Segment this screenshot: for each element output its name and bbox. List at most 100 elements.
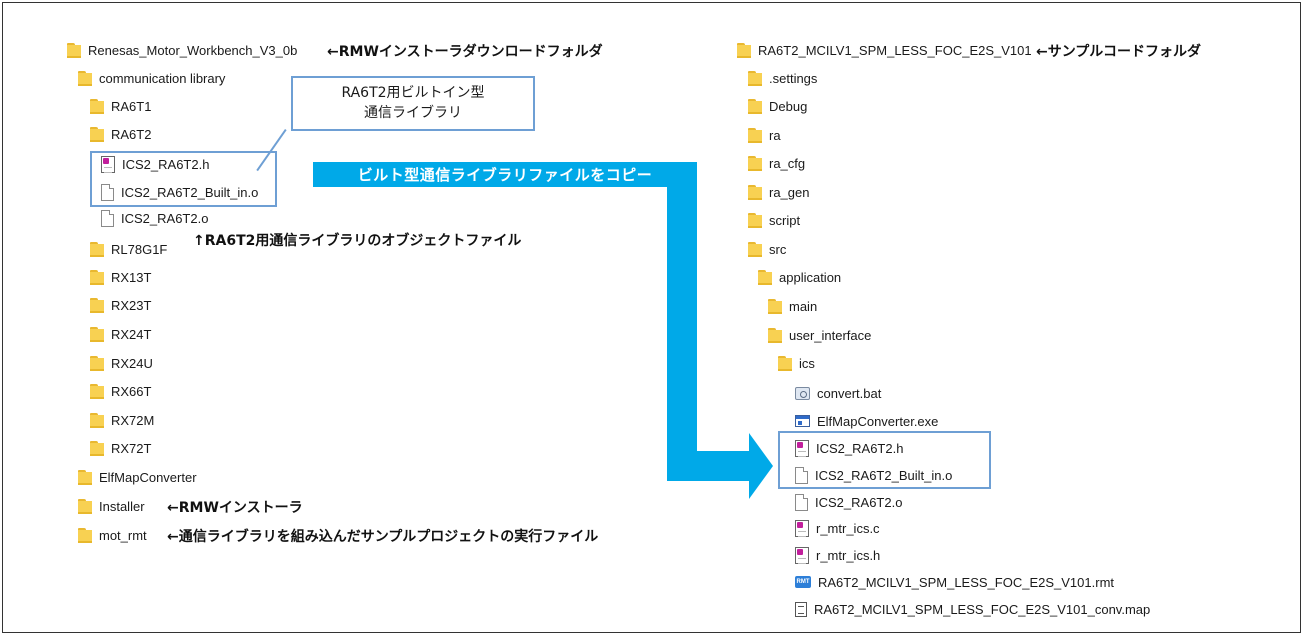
file-icon [795,466,808,484]
file-label: r_mtr_ics.c [816,520,880,536]
copy-banner: ビルト型通信ライブラリファイルをコピー [313,162,697,187]
folder-icon [90,412,104,428]
folder-icon [78,469,92,485]
folder-rx72t[interactable]: RX72T [90,436,151,460]
folder-src[interactable]: src [748,237,786,261]
folder-rx66t[interactable]: RX66T [90,379,151,403]
folder-elfmapconverter[interactable]: ElfMapConverter [78,465,197,489]
file-r-mtr-ics-h[interactable]: r_mtr_ics.h [795,543,880,567]
folder-communication-library[interactable]: communication library [78,66,225,90]
folder-label: RX72M [111,412,155,428]
folder-label: .settings [769,70,818,86]
folder-icon [67,42,81,58]
callout-line-2: 通信ライブラリ [364,105,462,121]
folder-icon [748,212,762,228]
explorer-diagram: Renesas_Motor_Workbench_V3_0b ←RMWインストーラ… [2,2,1301,633]
folder-label: ics [799,355,815,371]
annotation-sample-code: ←サンプルコードフォルダ [1036,44,1202,60]
folder-label: communication library [99,70,226,86]
annotation-rmw-download: ←RMWインストーラダウンロードフォルダ [327,44,603,60]
folder-label: RX24T [111,326,152,342]
file-ics2-ra6t2-h-left[interactable]: ICS2_RA6T2.h [101,152,209,176]
folder-icon [748,241,762,257]
folder-user-interface[interactable]: user_interface [768,323,871,347]
folder-label: RX24U [111,355,153,371]
file-conv-map[interactable]: RA6T2_MCILV1_SPM_LESS_FOC_E2S_V101_conv.… [795,597,1150,621]
executable-file-icon [795,415,810,427]
c-source-file-icon [795,519,809,537]
folder-rx24u[interactable]: RX24U [90,351,153,375]
folder-label: RA6T2 [111,126,152,142]
folder-settings[interactable]: .settings [748,66,817,90]
folder-installer[interactable]: Installer [78,494,145,518]
folder-main[interactable]: main [768,294,817,318]
folder-rx24t[interactable]: RX24T [90,322,151,346]
file-label: RA6T2_MCILV1_SPM_LESS_FOC_E2S_V101.rmt [818,574,1115,590]
annotation-object-file: ↑RA6T2用通信ライブラリのオブジェクトファイル [193,233,522,249]
file-ics2-ra6t2-o-left[interactable]: ICS2_RA6T2.o [101,206,208,230]
folder-label: RX13T [111,269,152,285]
folder-icon [758,269,772,285]
file-icon [101,183,114,201]
file-label: ICS2_RA6T2_Built_in.o [815,467,953,483]
folder-icon [748,184,762,200]
folder-label: ra_cfg [769,155,806,171]
folder-rl78g1f[interactable]: RL78G1F [90,237,167,261]
folder-icon [90,269,104,285]
map-file-icon [795,601,807,617]
file-icon [101,209,114,227]
copy-arrow-head [749,433,773,499]
callout-builtin-library: RA6T2用ビルトイン型 通信ライブラリ [291,76,535,131]
folder-icon [748,155,762,171]
folder-ra[interactable]: ra [748,123,781,147]
copy-arrow-vertical [667,187,697,481]
folder-icon [768,298,782,314]
folder-sample-root[interactable]: RA6T2_MCILV1_SPM_LESS_FOC_E2S_V101 [737,38,1032,62]
folder-ics[interactable]: ics [778,351,815,375]
file-r-mtr-ics-c[interactable]: r_mtr_ics.c [795,516,880,540]
folder-mot-rmt[interactable]: mot_rmt [78,523,147,547]
folder-icon [748,98,762,114]
folder-ra6t1[interactable]: RA6T1 [90,94,151,118]
folder-ra-cfg[interactable]: ra_cfg [748,151,805,175]
folder-script[interactable]: script [748,208,800,232]
folder-rmw-root[interactable]: Renesas_Motor_Workbench_V3_0b [67,38,297,62]
folder-rx13t[interactable]: RX13T [90,265,151,289]
folder-icon [78,498,92,514]
file-convert-bat[interactable]: convert.bat [795,381,881,405]
folder-rx72m[interactable]: RX72M [90,408,154,432]
file-label: ElfMapConverter.exe [817,413,939,429]
file-label: ICS2_RA6T2_Built_in.o [121,184,259,200]
folder-icon [78,527,92,543]
folder-rx23t[interactable]: RX23T [90,293,151,317]
header-file-icon [795,546,809,564]
folder-ra6t2[interactable]: RA6T2 [90,122,151,146]
file-ics2-ra6t2-h-right[interactable]: ICS2_RA6T2.h [795,436,903,460]
folder-ra-gen[interactable]: ra_gen [748,180,809,204]
folder-label: user_interface [789,327,872,343]
folder-label: ra_gen [769,184,810,200]
folder-application[interactable]: application [758,265,841,289]
folder-label: RX72T [111,440,152,456]
folder-label: ElfMapConverter [99,469,197,485]
header-file-icon [101,155,115,173]
file-label: ICS2_RA6T2.h [122,156,210,172]
folder-label: script [769,212,801,228]
folder-icon [78,70,92,86]
file-label: ICS2_RA6T2.o [815,494,903,510]
file-rmt[interactable]: RMT RA6T2_MCILV1_SPM_LESS_FOC_E2S_V101.r… [795,570,1114,594]
file-label: RA6T2_MCILV1_SPM_LESS_FOC_E2S_V101_conv.… [814,601,1151,617]
batch-file-icon [795,386,810,400]
header-file-icon [795,439,809,457]
file-label: ICS2_RA6T2.h [816,440,904,456]
folder-debug[interactable]: Debug [748,94,807,118]
file-ics2-ra6t2-o-right[interactable]: ICS2_RA6T2.o [795,490,902,514]
file-elfmapconverter-exe[interactable]: ElfMapConverter.exe [795,409,938,433]
folder-icon [90,440,104,456]
file-ics2-ra6t2-builtin-o-left[interactable]: ICS2_RA6T2_Built_in.o [101,180,258,204]
folder-icon [90,241,104,257]
file-ics2-ra6t2-builtin-o-right[interactable]: ICS2_RA6T2_Built_in.o [795,463,952,487]
folder-icon [748,70,762,86]
folder-icon [90,297,104,313]
annotation-installer: ←RMWインストーラ [167,500,303,516]
